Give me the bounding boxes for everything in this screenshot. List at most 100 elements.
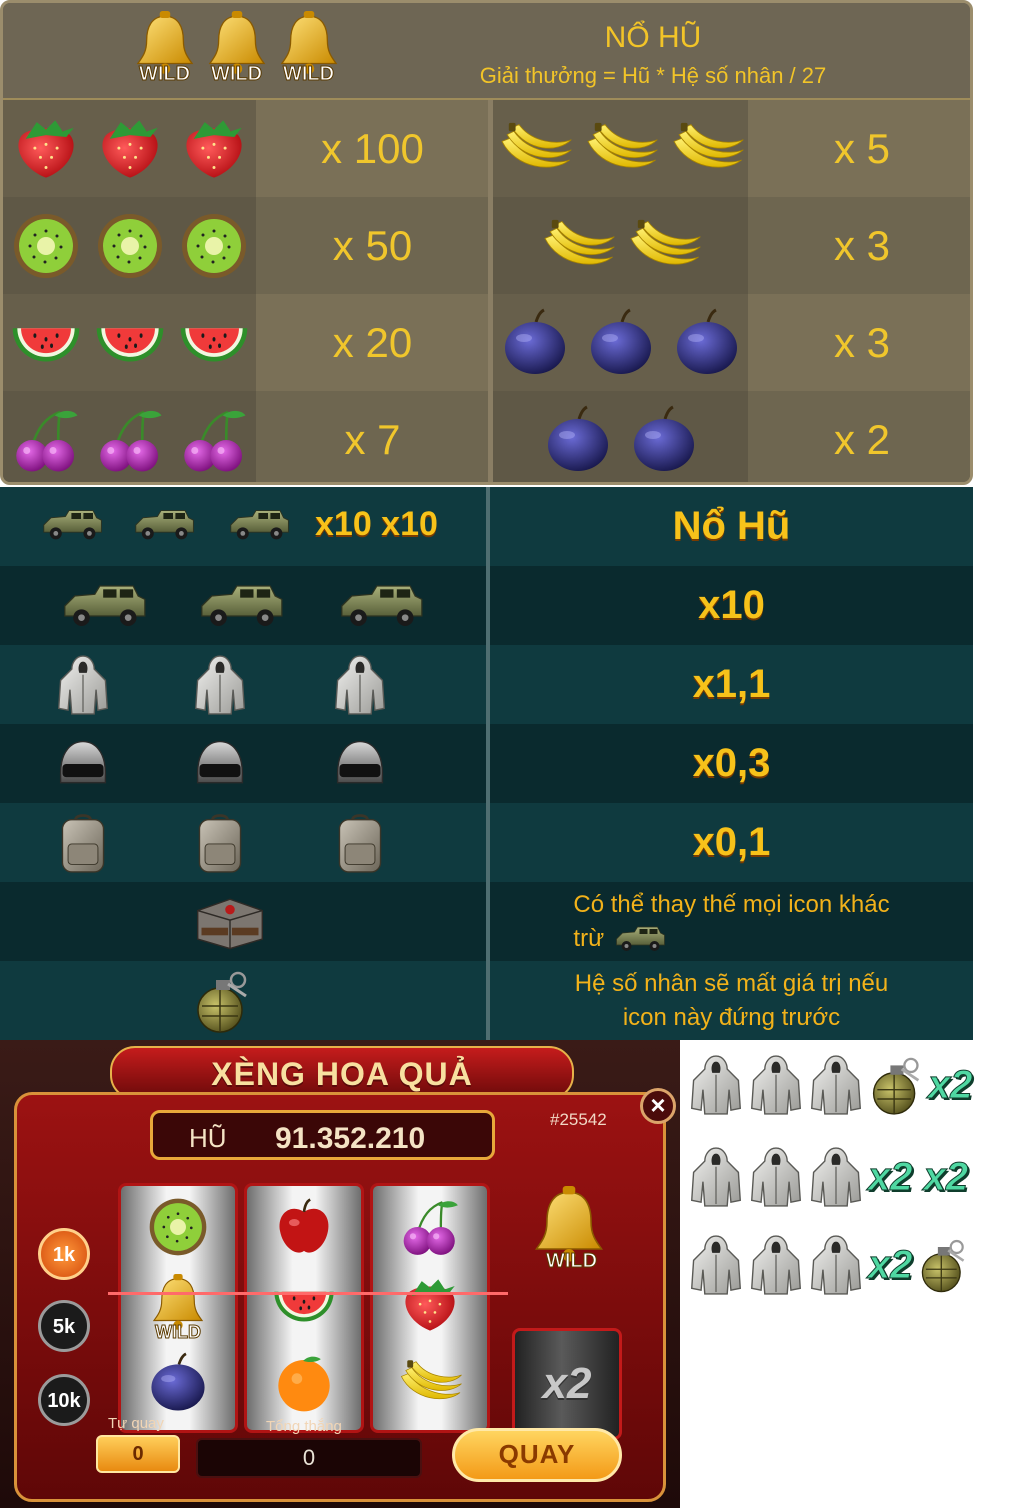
session-id: #25542 xyxy=(550,1110,607,1129)
strawberry-icon xyxy=(9,114,83,184)
jeep-icon xyxy=(332,581,430,631)
payline xyxy=(108,1292,508,1295)
jacket-icon xyxy=(192,652,248,718)
multiplier-value: x 5 xyxy=(833,124,891,172)
jacket-icon xyxy=(808,1232,864,1298)
payout-value: x0,3 xyxy=(692,741,771,785)
multiplier-value: x 50 xyxy=(332,221,413,269)
plum-icon xyxy=(145,1352,211,1414)
slot-reels: WILD xyxy=(118,1183,498,1433)
rule-note-line: Có thể thay thế mọi icon khác xyxy=(573,890,890,918)
paytable-row: x 50 x 3 xyxy=(3,197,970,294)
symbol-combo xyxy=(493,391,748,482)
jeep-icon xyxy=(55,581,153,631)
cherry-icon xyxy=(93,405,167,475)
slot-game-window: XÈNG HOA QUẢ HŨ 91.352.210 #25542 × 1k 5… xyxy=(0,1040,680,1508)
bet-button-5k[interactable]: 5k xyxy=(38,1300,90,1352)
bell-wild-icon: WILD xyxy=(275,11,343,93)
jackpot-value: 91.352.210 xyxy=(275,1122,426,1155)
symbol-combo xyxy=(3,391,256,482)
rule-note-line: trừ xyxy=(573,924,605,952)
jeep-icon xyxy=(612,924,668,954)
bell-wild-icon: WILD xyxy=(131,11,199,93)
watermelon-icon xyxy=(177,308,251,378)
jacket-icon xyxy=(808,1052,864,1118)
game-title: XÈNG HOA QUẢ xyxy=(211,1056,473,1092)
rule-note: Có thể thay thế mọi icon khác trừ xyxy=(573,888,890,956)
symbol-combo xyxy=(3,197,256,294)
fruit-paytable: WILD WILD WILD NỔ HŨ Giải thưởng = Hũ * … xyxy=(0,0,973,485)
jacket-icon xyxy=(748,1052,804,1118)
combo-multiplier: x2 xyxy=(928,1062,973,1107)
banana-icon xyxy=(626,211,702,281)
combo-row: x2 xyxy=(688,1232,969,1298)
symbol-combo xyxy=(0,961,486,1040)
jeep-icon xyxy=(38,507,106,543)
watermelon-icon xyxy=(271,1274,337,1336)
fruit-paytable-grid: x 100 x 5 x 50 x 3 x 20 x 3 x 7 x 2 xyxy=(3,100,970,482)
strawberry-icon xyxy=(93,114,167,184)
multiplier-value: x 100 xyxy=(321,124,424,172)
bet-button-1k[interactable]: 1k xyxy=(38,1228,90,1280)
rule-note-line: Hệ số nhân sẽ mất giá trị nếu xyxy=(574,969,889,997)
backpack-icon xyxy=(55,810,111,876)
banana-icon xyxy=(669,114,745,184)
banana-icon xyxy=(583,114,659,184)
jackpot-label: HŨ xyxy=(189,1123,227,1153)
paytable-row: x 20 x 3 xyxy=(3,294,970,391)
multiplier-combos: x2 x2 x2 x2 xyxy=(682,1040,1013,1340)
wild-label: WILD xyxy=(155,1322,202,1343)
apple-icon xyxy=(271,1196,337,1258)
jacket-icon xyxy=(688,1052,744,1118)
watermelon-icon xyxy=(93,308,167,378)
jacket-icon xyxy=(332,652,388,718)
cherry-icon xyxy=(177,405,251,475)
combo-row: x2 xyxy=(688,1052,973,1118)
multiplier-value: x 3 xyxy=(833,318,891,366)
payout-value: x1,1 xyxy=(692,662,771,706)
symbol-combo: x10 x10 xyxy=(0,487,486,566)
close-icon[interactable]: × xyxy=(640,1088,676,1124)
kiwi-icon xyxy=(9,211,83,281)
grenade-icon xyxy=(192,966,252,1036)
backpack-icon xyxy=(192,810,248,876)
column-divider xyxy=(486,487,490,1040)
symbol-combo xyxy=(493,294,748,391)
multiplier-value: x 20 xyxy=(332,318,413,366)
helmet-icon xyxy=(192,735,248,793)
symbol-combo xyxy=(3,100,256,197)
kiwi-icon xyxy=(177,211,251,281)
orange-icon xyxy=(271,1352,337,1414)
bonus-reel: x2 xyxy=(512,1328,622,1440)
paytable-row: x 100 x 5 xyxy=(3,100,970,197)
auto-spin-input[interactable]: 0 xyxy=(96,1435,180,1473)
banana-icon xyxy=(540,211,616,281)
plum-icon xyxy=(626,405,702,475)
reel: WILD xyxy=(118,1183,238,1433)
plum-icon xyxy=(540,405,616,475)
multiplier-value: x 3 xyxy=(833,221,891,269)
bet-button-10k[interactable]: 10k xyxy=(38,1374,90,1426)
wild-label: WILD xyxy=(282,63,335,86)
pubg-paytable: x10 x10 Nổ Hũ x10 x1,1 x0,3 x0,1 Có thể thay t… xyxy=(0,487,973,1040)
reel xyxy=(370,1183,490,1433)
plum-icon xyxy=(669,308,745,378)
jeep-icon xyxy=(130,507,198,543)
kiwi-icon xyxy=(145,1196,211,1258)
strawberry-icon xyxy=(177,114,251,184)
watermelon-icon xyxy=(9,308,83,378)
cherry-icon xyxy=(397,1196,463,1258)
symbol-combo xyxy=(3,294,256,391)
spin-button[interactable]: QUAY xyxy=(452,1428,622,1482)
jacket-icon xyxy=(808,1144,864,1210)
symbol-combo xyxy=(0,803,486,882)
symbol-combo xyxy=(0,724,486,803)
symbol-combo xyxy=(0,882,486,961)
jacket-icon xyxy=(688,1144,744,1210)
strawberry-icon xyxy=(397,1274,463,1336)
wild-label: WILD xyxy=(545,1250,598,1273)
combo-multiplier: x2 xyxy=(868,1242,913,1287)
multiplier-value: x 2 xyxy=(833,415,891,463)
fruit-paytable-header: WILD WILD WILD NỔ HŨ Giải thưởng = Hũ * … xyxy=(3,3,970,100)
plum-icon xyxy=(583,308,659,378)
